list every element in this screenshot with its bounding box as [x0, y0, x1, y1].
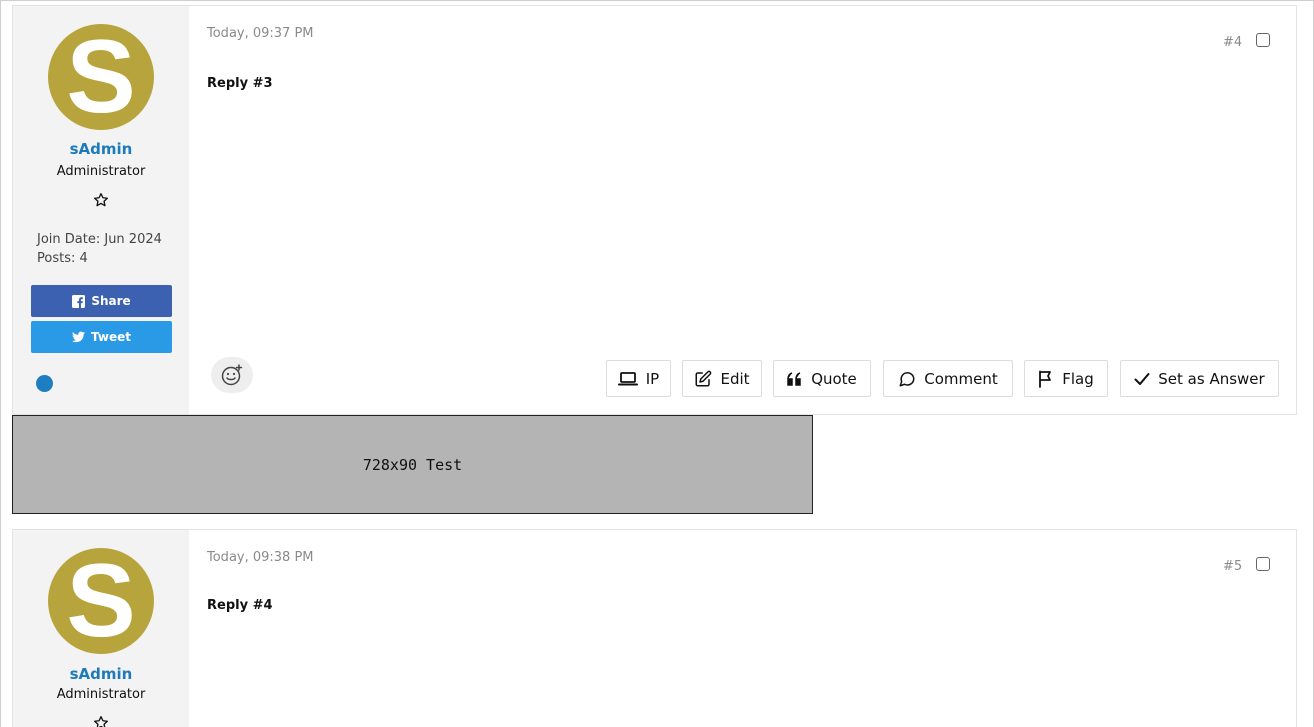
flag-button[interactable]: Flag	[1024, 360, 1108, 397]
edit-button[interactable]: Edit	[682, 360, 762, 397]
author-role: Administrator	[56, 687, 146, 702]
post-author-sidebar: S sAdmin Administrator	[13, 530, 189, 727]
facebook-icon	[72, 294, 86, 308]
quote-button[interactable]: Quote	[773, 360, 871, 397]
set-as-answer-label: Set as Answer	[1158, 369, 1265, 388]
post-select-checkbox[interactable]	[1256, 33, 1270, 47]
comment-icon	[899, 371, 915, 386]
post-author-sidebar: S sAdmin Administrator Join Date: Jun 20…	[13, 6, 189, 414]
avatar[interactable]: S	[48, 548, 154, 654]
facebook-share-button[interactable]: Share	[31, 285, 172, 317]
post-count: Posts: 4	[37, 251, 88, 266]
star-icon	[94, 716, 108, 727]
post-number-link[interactable]: #4	[1223, 35, 1242, 50]
edit-label: Edit	[720, 369, 750, 388]
post-content: Reply #4	[207, 598, 273, 613]
post-select-checkbox[interactable]	[1256, 557, 1270, 571]
post-4: S sAdmin Administrator Join Date: Jun 20…	[12, 5, 1297, 415]
avatar[interactable]: S	[48, 24, 154, 130]
laptop-icon	[617, 371, 638, 385]
share-label: Share	[91, 294, 131, 308]
ad-label: 728x90 Test	[362, 455, 463, 474]
online-status-indicator	[36, 375, 53, 392]
set-as-answer-button[interactable]: Set as Answer	[1120, 360, 1279, 397]
edit-icon	[695, 370, 712, 386]
twitter-share-button[interactable]: Tweet	[31, 321, 172, 353]
author-username[interactable]: sAdmin	[13, 665, 189, 683]
comment-label: Comment	[924, 369, 998, 388]
post-content: Reply #3	[207, 76, 273, 91]
check-icon	[1134, 372, 1150, 385]
tweet-label: Tweet	[91, 330, 131, 344]
join-date: Join Date: Jun 2024	[37, 232, 162, 247]
ip-button[interactable]: IP	[606, 360, 671, 397]
twitter-icon	[72, 331, 86, 343]
author-role: Administrator	[56, 164, 146, 179]
flag-label: Flag	[1062, 369, 1094, 388]
flag-icon	[1039, 370, 1052, 388]
emoji-add-icon	[221, 364, 243, 386]
ad-banner[interactable]: 728x90 Test	[12, 415, 813, 514]
star-icon	[94, 193, 108, 207]
quote-label: Quote	[811, 369, 857, 388]
author-stats: Join Date: Jun 2024 Posts: 4	[37, 230, 162, 268]
add-reaction-button[interactable]	[211, 357, 253, 393]
post-5: S sAdmin Administrator Today, 09:38 PM #…	[12, 529, 1297, 727]
comment-button[interactable]: Comment	[883, 360, 1013, 397]
post-timestamp: Today, 09:38 PM	[207, 550, 314, 565]
post-timestamp: Today, 09:37 PM	[207, 26, 314, 41]
ip-label: IP	[645, 369, 660, 388]
post-number-link[interactable]: #5	[1223, 559, 1242, 574]
author-username[interactable]: sAdmin	[13, 140, 189, 158]
quote-icon	[787, 371, 801, 386]
